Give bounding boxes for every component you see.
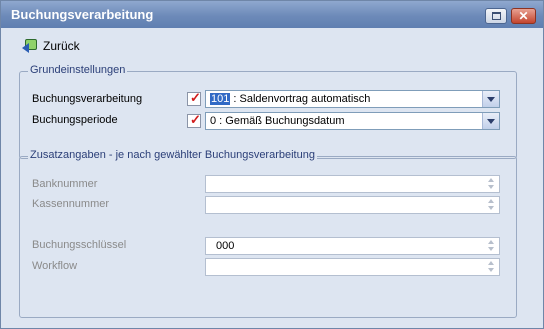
title-bar[interactable]: Buchungsverarbeitung ✕ xyxy=(1,1,543,28)
group-legend-grundeinstellungen: Grundeinstellungen xyxy=(28,64,128,76)
buchungsschluessel-label: Buchungsschlüssel xyxy=(32,239,127,251)
kassennummer-label: Kassennummer xyxy=(32,198,110,210)
required-check-icon: ✓ xyxy=(187,90,201,106)
spinner-icon[interactable] xyxy=(486,199,497,211)
buchungsperiode-value: 0 : Gemäß Buchungsdatum xyxy=(210,115,345,127)
spinner-icon[interactable] xyxy=(486,240,497,252)
dropdown-button[interactable] xyxy=(482,113,499,129)
group-grundeinstellungen: Grundeinstellungen Buchungsverarbeitung … xyxy=(19,64,517,159)
spinner-icon[interactable] xyxy=(486,261,497,273)
dropdown-button[interactable] xyxy=(482,91,499,107)
buchungsschluessel-value: 000 xyxy=(216,240,235,252)
buchungsperiode-select[interactable]: 0 : Gemäß Buchungsdatum xyxy=(205,112,500,130)
banknummer-label: Banknummer xyxy=(32,178,98,190)
back-button-label: Zurück xyxy=(43,39,80,53)
chevron-down-icon xyxy=(487,97,495,102)
required-check-icon: ✓ xyxy=(187,112,201,128)
dialog-window: Buchungsverarbeitung ✕ Zurück Grundeinst… xyxy=(0,0,544,329)
close-icon: ✕ xyxy=(518,9,529,23)
back-arrow-icon xyxy=(22,39,38,53)
restore-icon xyxy=(492,12,501,20)
banknummer-field[interactable] xyxy=(205,175,500,193)
kassennummer-field[interactable] xyxy=(205,196,500,214)
group-zusatzangaben: Zusatzangaben - je nach gewählter Buchun… xyxy=(19,149,517,318)
spinner-icon[interactable] xyxy=(486,178,497,190)
workflow-label: Workflow xyxy=(32,260,78,272)
group-legend-zusatzangaben: Zusatzangaben - je nach gewählter Buchun… xyxy=(28,149,317,161)
buchungsverarbeitung-select[interactable]: 101 : Saldenvortrag automatisch xyxy=(205,90,500,108)
buchungsverarbeitung-label: Buchungsverarbeitung xyxy=(32,93,143,105)
buchungsschluessel-field[interactable]: 000 xyxy=(205,237,500,255)
workflow-field[interactable] xyxy=(205,258,500,276)
back-button[interactable]: Zurück xyxy=(22,38,80,54)
restore-button[interactable] xyxy=(485,8,507,24)
dialog-body: Zurück Grundeinstellungen Buchungsverarb… xyxy=(2,28,542,328)
buchungsverarbeitung-code: 101 xyxy=(210,93,231,105)
window-title: Buchungsverarbeitung xyxy=(11,7,154,22)
chevron-down-icon xyxy=(487,119,495,124)
buchungsverarbeitung-text: : Saldenvortrag automatisch xyxy=(230,93,371,105)
close-button[interactable]: ✕ xyxy=(511,8,536,24)
buchungsperiode-label: Buchungsperiode xyxy=(32,114,118,126)
